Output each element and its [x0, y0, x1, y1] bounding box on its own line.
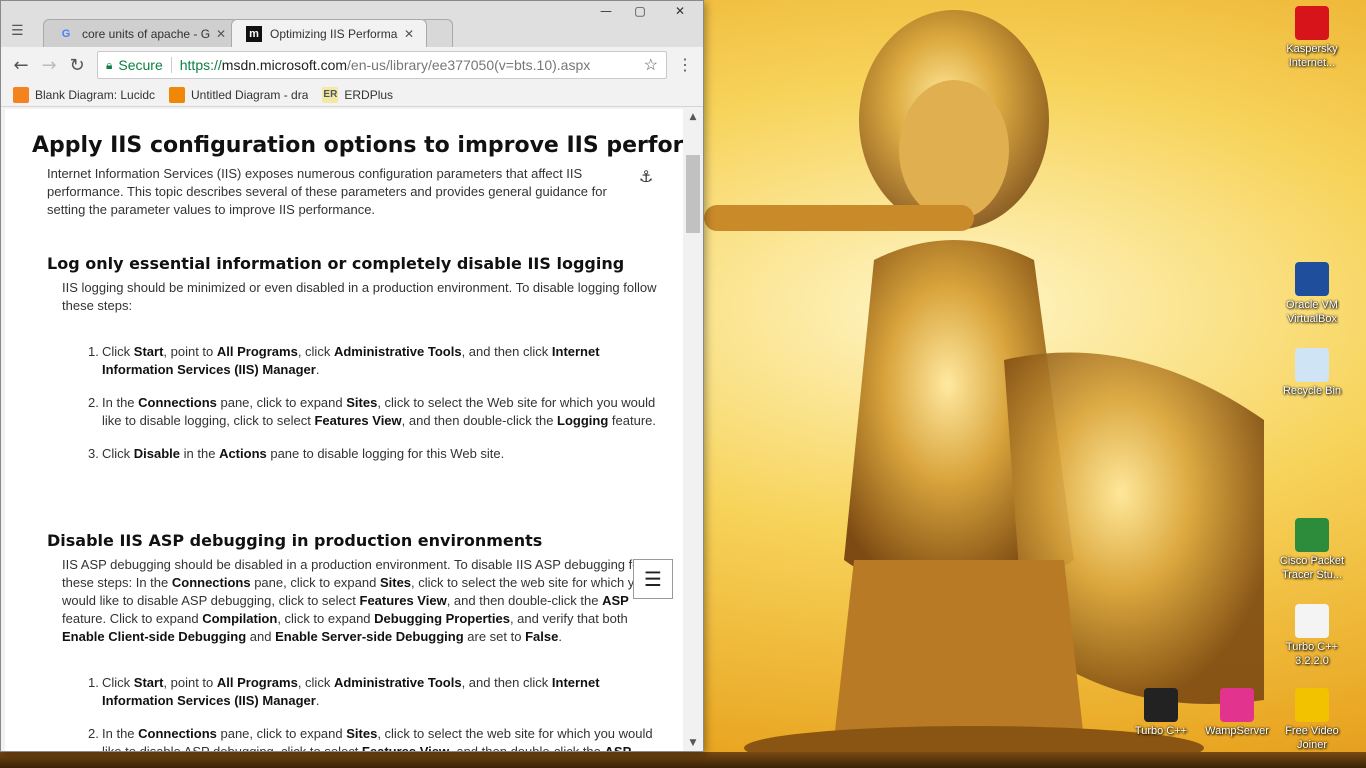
bold-term: Administrative Tools: [333, 344, 462, 359]
section-heading-logging: Log only essential information or comple…: [47, 254, 625, 273]
close-tab-icon[interactable]: ✕: [216, 27, 230, 41]
section-paragraph-logging: IIS logging should be minimized or even …: [62, 280, 657, 313]
bold-term: Enable Server-side Debugging: [275, 629, 464, 644]
section-heading-asp-debugging: Disable IIS ASP debugging in production …: [47, 531, 543, 550]
close-window-button[interactable]: ✕: [657, 1, 703, 21]
close-tab-icon[interactable]: ✕: [404, 27, 418, 41]
list-icon: ☰: [644, 567, 662, 591]
bold-term: All Programs: [216, 675, 298, 690]
forward-button[interactable]: →: [35, 51, 63, 79]
bold-term: Disable: [133, 446, 181, 461]
bookmark-drawio[interactable]: Untitled Diagram - dra: [169, 86, 308, 103]
scroll-thumb[interactable]: [686, 155, 700, 233]
drawio-icon: [169, 86, 185, 103]
bold-term: Start: [133, 344, 164, 359]
table-of-contents-button[interactable]: ☰: [633, 559, 673, 599]
taskbar-edge: [0, 752, 1366, 768]
intro-paragraph: Internet Information Services (IIS) expo…: [47, 166, 607, 217]
desktop-icon-kaspersky[interactable]: Kaspersky Internet...: [1273, 6, 1351, 70]
bold-term: All Programs: [216, 344, 298, 359]
bold-term: Enable Client-side Debugging: [62, 629, 247, 644]
window-controls: — ▢ ✕: [589, 1, 703, 21]
bold-term: Sites: [346, 395, 378, 410]
google-icon: G: [61, 27, 71, 40]
browser-toolbar: ← → ↻ 🔒︎ Secure https://msdn.microsoft.c…: [1, 47, 703, 83]
bold-term: ASP: [602, 593, 629, 608]
desktop-icon-cisco-packet-tracer[interactable]: Cisco Packet Tracer Stu...: [1273, 518, 1351, 582]
desktop-icon-wampserver[interactable]: WampServer: [1198, 688, 1276, 738]
tab-strip: G core units of apache - Go ✕ m Optimizi…: [43, 19, 453, 47]
bookmark-star-icon[interactable]: ☆: [644, 55, 658, 75]
desktop-icon-recycle-bin[interactable]: Recycle Bin: [1273, 348, 1351, 398]
bookmarks-bar: Blank Diagram: Lucidc Untitled Diagram -…: [1, 83, 703, 107]
bold-term: Features View: [314, 413, 402, 428]
url-text[interactable]: https://msdn.microsoft.com/en-us/library…: [180, 57, 644, 73]
lock-icon[interactable]: 🔒︎: [106, 58, 112, 73]
title-bar[interactable]: ☰ — ▢ ✕ G core units of apache - Go ✕ m …: [1, 1, 703, 47]
list-item: 2. In the Connections pane, click to expa…: [88, 395, 657, 428]
erdplus-icon: ER: [322, 86, 339, 103]
desktop-icon-free-video-joiner[interactable]: Free Video Joiner: [1273, 688, 1351, 752]
scroll-up-arrow-icon[interactable]: ▲: [683, 109, 703, 125]
anchor-icon[interactable]: ⚓: [639, 167, 653, 186]
address-bar[interactable]: 🔒︎ Secure https://msdn.microsoft.com/en-…: [97, 51, 667, 79]
bold-term: ASP: [605, 744, 632, 751]
reload-button[interactable]: ↻: [63, 51, 91, 79]
msdn-icon: m: [246, 25, 262, 42]
bold-term: Connections: [138, 726, 217, 741]
cisco-packet-tracer-icon: [1295, 518, 1329, 552]
list-item: 1. Click Start, point to All Programs, cl…: [88, 675, 600, 708]
wallpaper-krishna-statue: [704, 10, 1264, 768]
bold-term: Connections: [171, 575, 251, 590]
maximize-button[interactable]: ▢: [623, 1, 657, 21]
wampserver-icon: [1220, 688, 1254, 722]
scroll-down-arrow-icon[interactable]: ▼: [683, 735, 703, 751]
tab-google-search[interactable]: G core units of apache - Go ✕: [43, 19, 239, 47]
bold-term: Sites: [379, 575, 412, 590]
turbo-cpp-icon: [1144, 688, 1178, 722]
bold-term: Features View: [362, 744, 449, 751]
browser-window: ☰ — ▢ ✕ G core units of apache - Go ✕ m …: [0, 0, 704, 752]
page-title: Apply IIS configuration options to impro…: [32, 133, 683, 158]
desktop-icon-turbo-cpp[interactable]: Turbo C++: [1122, 688, 1200, 738]
back-button[interactable]: ←: [7, 51, 35, 79]
bold-term: Debugging Properties: [374, 611, 510, 626]
bold-term: Start: [133, 675, 164, 690]
virtualbox-icon: [1295, 262, 1329, 296]
bold-term: Sites: [346, 726, 378, 741]
bold-term: Compilation: [202, 611, 278, 626]
secure-label: Secure: [118, 57, 163, 73]
bold-term: Administrative Tools: [333, 675, 462, 690]
divider: [170, 57, 172, 73]
recycle-bin-icon: [1295, 348, 1329, 382]
list-item: 2. In the Connections pane, click to expa…: [88, 725, 662, 751]
bookmark-lucidchart[interactable]: Blank Diagram: Lucidc: [13, 86, 155, 103]
desktop-icon-virtualbox[interactable]: Oracle VM VirtualBox: [1273, 262, 1351, 326]
section-paragraph-asp-debugging: IIS ASP debugging should be disabled in …: [62, 557, 662, 644]
page-content[interactable]: Apply IIS configuration options to impro…: [5, 109, 683, 751]
free-video-joiner-icon: [1295, 688, 1329, 722]
bookmark-erdplus[interactable]: ER ERDPlus: [322, 86, 393, 103]
tab-optimizing-iis[interactable]: m Optimizing IIS Performan ✕: [231, 19, 427, 47]
bold-term: Connections: [138, 395, 217, 410]
list-item: 3. Click Disable in the Actions pane to d…: [88, 446, 505, 461]
user-profile-icon[interactable]: ☰: [11, 23, 33, 41]
kaspersky-icon: [1295, 6, 1329, 40]
turbo-cpp-file-icon: [1295, 604, 1329, 638]
vertical-scrollbar[interactable]: ▲ ▼: [683, 109, 703, 751]
lucidchart-icon: [13, 86, 29, 103]
bold-term: False: [525, 629, 559, 644]
bold-term: Actions: [219, 446, 267, 461]
minimize-button[interactable]: —: [589, 1, 623, 21]
list-item: 1. Click Start, point to All Programs, cl…: [88, 344, 600, 377]
desktop-icon-turbo-cpp-file[interactable]: Turbo C++ 3.2.2.0: [1273, 604, 1351, 668]
bold-term: Logging: [557, 413, 609, 428]
bold-term: Features View: [359, 593, 447, 608]
browser-menu-icon[interactable]: ⋮: [673, 55, 697, 75]
